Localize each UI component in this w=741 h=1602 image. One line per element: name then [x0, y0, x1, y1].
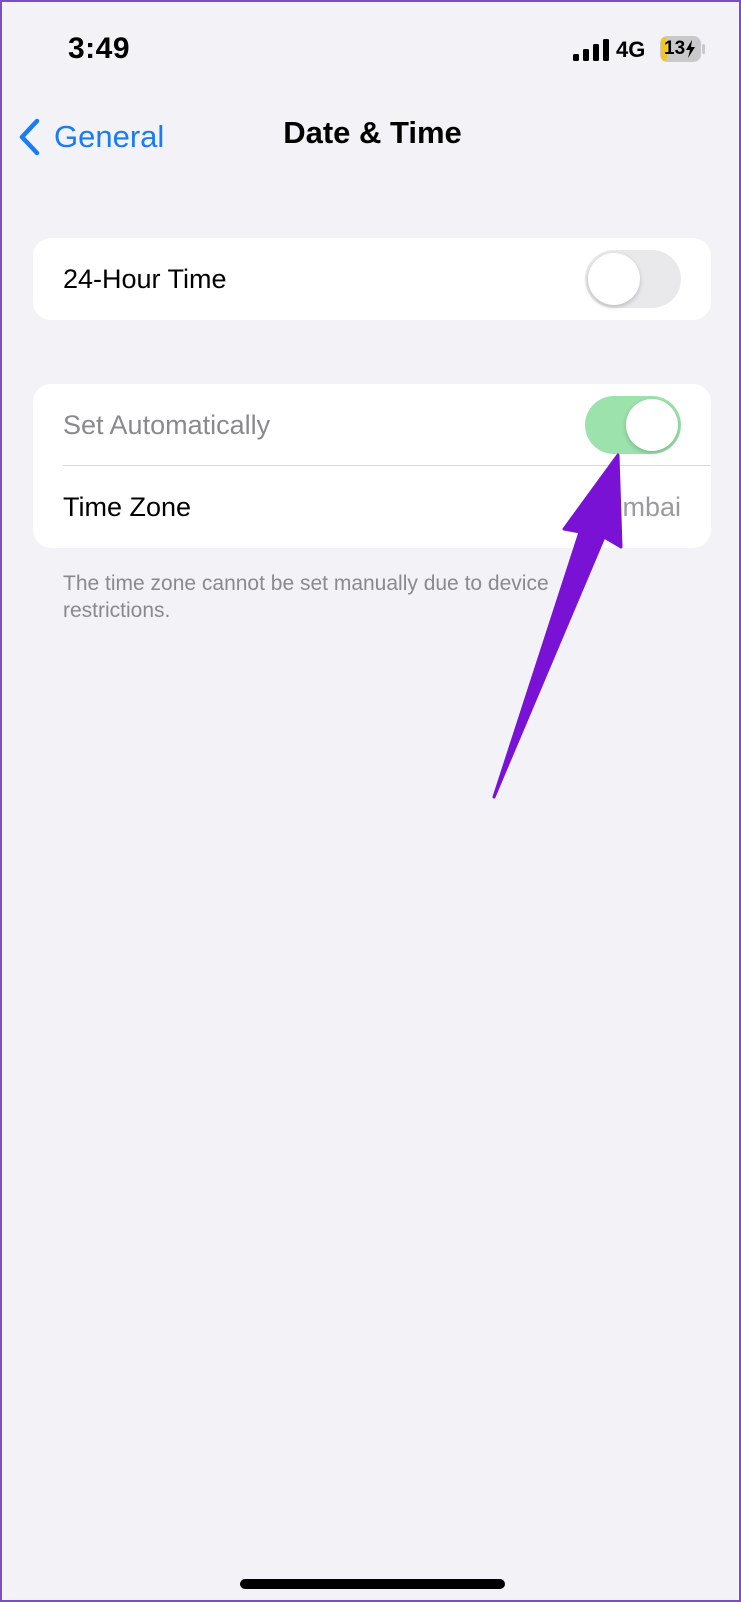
- navigation-bar: General Date & Time: [2, 102, 739, 172]
- cellular-signal-icon: [573, 39, 609, 61]
- toggle-knob: [626, 399, 678, 451]
- row-label-24-hour-time: 24-Hour Time: [63, 263, 227, 294]
- row-24-hour-time: 24-Hour Time: [33, 238, 711, 320]
- status-time: 3:49: [68, 32, 131, 65]
- page-title: Date & Time: [283, 115, 462, 150]
- annotation-arrow-icon: [492, 453, 623, 799]
- settings-group-24h: 24-Hour Time: [33, 238, 711, 320]
- status-bar: 3:49 4G 13: [2, 2, 739, 102]
- row-label-time-zone: Time Zone: [63, 491, 192, 522]
- network-type: 4G: [616, 37, 646, 62]
- home-indicator[interactable]: [240, 1579, 505, 1589]
- battery-level: 13: [664, 38, 686, 59]
- row-label-set-automatically: Set Automatically: [63, 409, 271, 440]
- toggle-24-hour-time[interactable]: [585, 250, 681, 308]
- toggle-knob: [588, 253, 640, 305]
- toggle-set-automatically[interactable]: [585, 396, 681, 454]
